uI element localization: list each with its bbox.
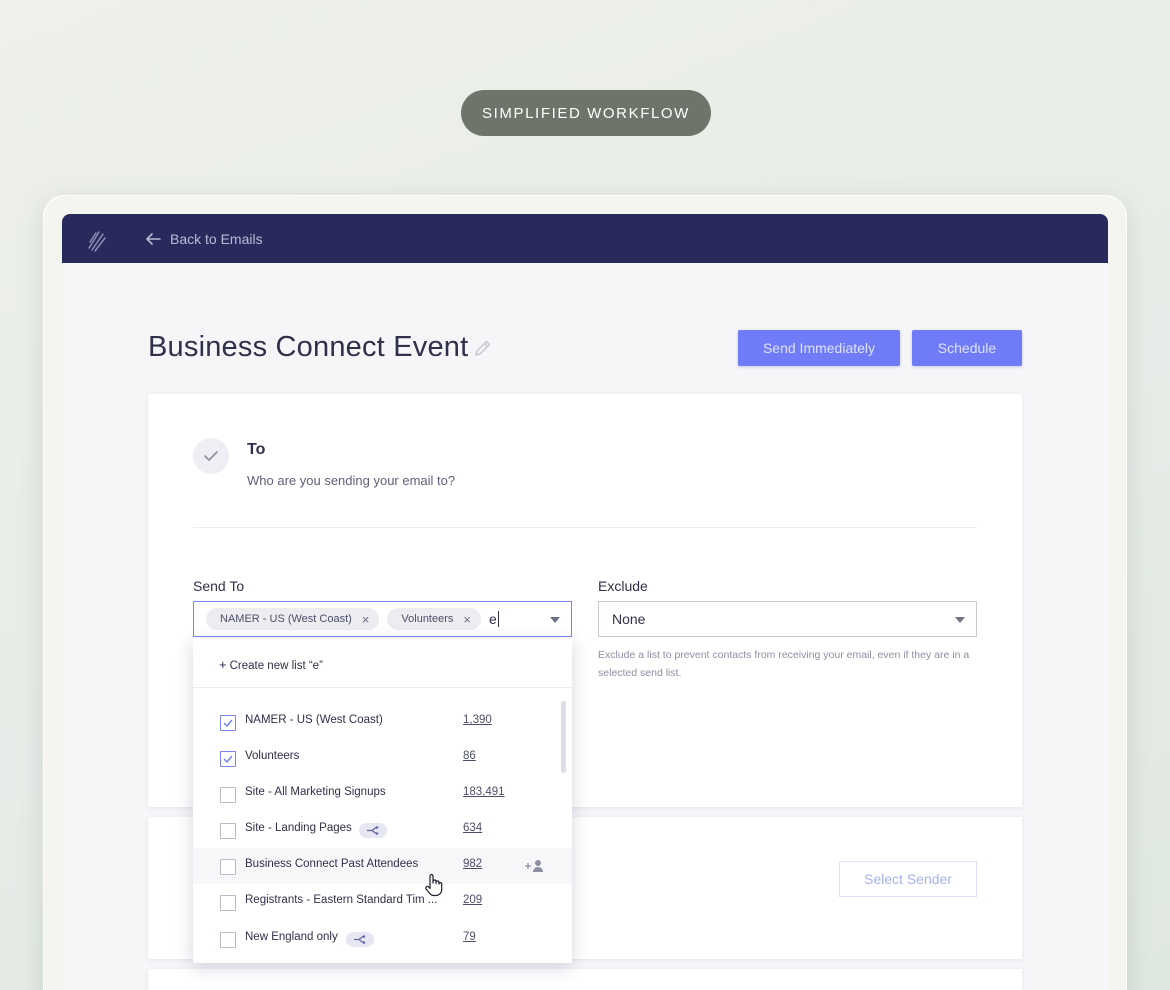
checkbox[interactable] (220, 859, 236, 875)
select-sender-button[interactable]: Select Sender (839, 861, 977, 897)
create-new-list-option[interactable]: + Create new list “e” (219, 657, 323, 672)
checkbox[interactable] (220, 787, 236, 803)
send-immediately-button[interactable]: Send Immediately (738, 330, 900, 366)
add-user-icon[interactable] (524, 859, 546, 873)
list-item-name: NAMER - US (West Coast) (245, 714, 383, 726)
list-item-name: Site - Landing Pages (245, 822, 352, 834)
list-dropdown: + Create new list “e” NAMER - US (West Co… (193, 639, 572, 963)
list-item-count[interactable]: 209 (463, 894, 482, 906)
list-item[interactable]: New England only 79 (193, 921, 572, 957)
list-item[interactable]: Business Connect Past Attendees 982 (193, 848, 572, 884)
list-item-count[interactable]: 79 (463, 931, 476, 943)
exclude-select[interactable]: None (598, 601, 977, 637)
exclude-label: Exclude (598, 578, 648, 594)
to-section-title: To (247, 441, 266, 458)
checkbox[interactable] (220, 751, 236, 767)
section-divider (193, 527, 977, 528)
exclude-help-text: Exclude a list to prevent contacts from … (598, 649, 970, 679)
list-item[interactable]: Volunteers 86 (193, 740, 572, 776)
list-item-name: Volunteers (245, 750, 300, 762)
exclude-value: None (612, 611, 646, 627)
list-item[interactable]: Site - All Marketing Signups 183,491 (193, 776, 572, 812)
chip-label: NAMER - US (West Coast) (220, 613, 352, 625)
check-icon (223, 719, 233, 727)
chip-namer-us-west: NAMER - US (West Coast) × (206, 608, 380, 630)
simplified-workflow-pill: SIMPLIFIED WORKFLOW (461, 90, 711, 136)
list-item-name: New England only (245, 931, 338, 943)
next-card (148, 969, 1022, 990)
list-item-count[interactable]: 634 (463, 822, 482, 834)
hand-cursor-icon (425, 873, 443, 897)
dropdown-scrollbar[interactable] (561, 701, 566, 773)
checkbox[interactable] (220, 932, 236, 948)
to-section-subtitle: Who are you sending your email to? (247, 473, 456, 488)
list-item-count[interactable]: 982 (463, 858, 482, 870)
app-window: Back to Emails Business Connect Event Se… (62, 214, 1108, 990)
list-item-count[interactable]: 86 (463, 750, 476, 762)
plus-icon: + (219, 657, 227, 672)
list-item[interactable]: NAMER - US (West Coast) 1,390 (193, 704, 572, 740)
list-item-count[interactable]: 183,491 (463, 786, 505, 798)
check-icon (223, 755, 233, 763)
checkbox[interactable] (220, 895, 236, 911)
chip-remove-icon[interactable]: × (463, 613, 471, 626)
list-item-name: Site - All Marketing Signups (245, 786, 386, 798)
send-to-input[interactable]: NAMER - US (West Coast) × Volunteers × e (193, 601, 572, 637)
list-item[interactable]: Registrants - Eastern Standard Tim ... 2… (193, 884, 572, 920)
send-to-typed-text[interactable]: e (489, 611, 499, 627)
checkbox[interactable] (220, 715, 236, 731)
check-icon (204, 451, 218, 461)
chevron-down-icon[interactable] (955, 617, 965, 623)
top-nav-bar: Back to Emails (62, 214, 1108, 263)
list-item-name: Business Connect Past Attendees (245, 858, 419, 870)
chip-volunteers: Volunteers × (387, 608, 481, 630)
dropdown-divider (193, 687, 572, 688)
brand-logo-icon[interactable] (62, 226, 132, 252)
send-to-label: Send To (193, 578, 245, 594)
page-title: Business Connect Event (148, 331, 469, 363)
chevron-down-icon[interactable] (550, 617, 560, 623)
back-to-emails-label: Back to Emails (170, 230, 263, 247)
arrow-left-icon (146, 232, 161, 245)
chip-remove-icon[interactable]: × (362, 613, 370, 626)
checkbox[interactable] (220, 823, 236, 839)
back-to-emails-link[interactable]: Back to Emails (146, 231, 263, 247)
chip-label: Volunteers (401, 613, 454, 625)
pencil-icon[interactable] (473, 338, 493, 358)
list-item-name: Registrants - Eastern Standard Tim ... (245, 894, 438, 906)
list-item-count[interactable]: 1,390 (463, 714, 492, 726)
share-icon (359, 823, 387, 838)
to-status-indicator (193, 438, 229, 474)
share-icon (346, 932, 374, 947)
schedule-button[interactable]: Schedule (912, 330, 1022, 366)
create-new-list-label: Create new list “e” (229, 660, 323, 672)
list-item[interactable]: Site - Landing Pages 634 (193, 812, 572, 848)
